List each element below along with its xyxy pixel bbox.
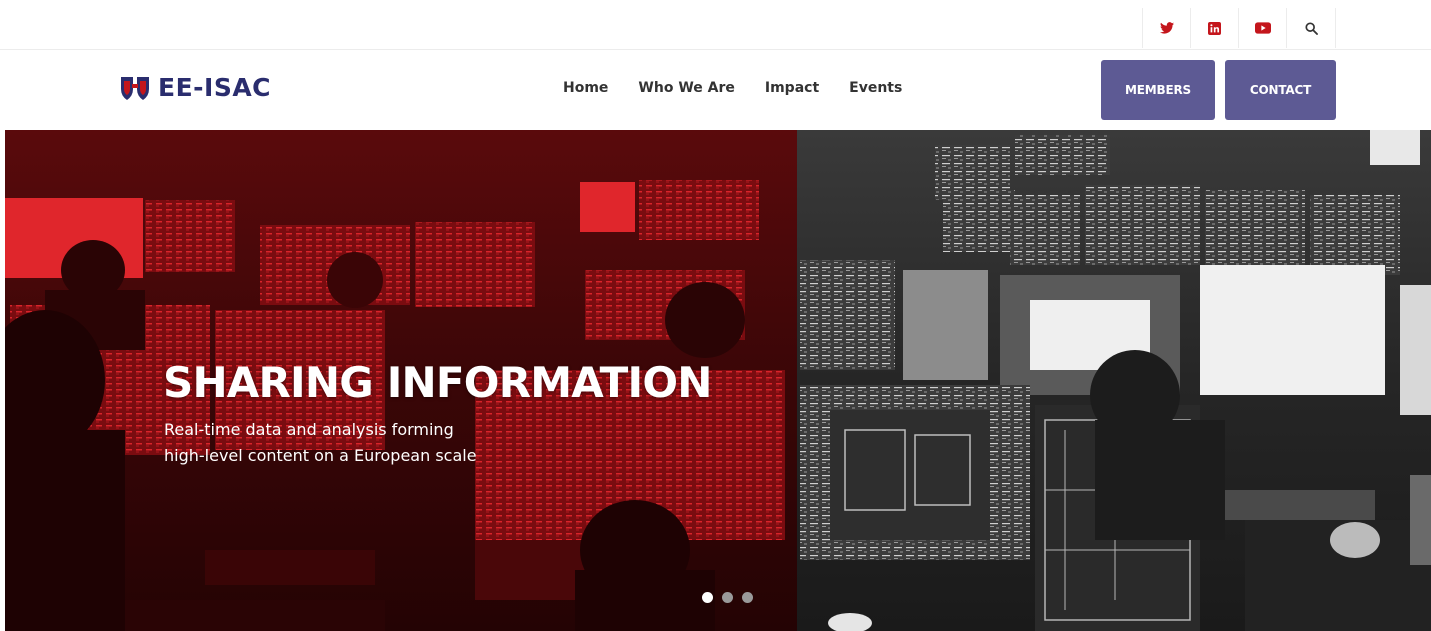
logo-text: EE-ISAC — [158, 73, 272, 102]
search-button[interactable] — [1286, 8, 1336, 48]
slider-dot-2[interactable] — [722, 592, 733, 603]
nav-item-who-we-are[interactable]: Who We Are — [638, 80, 734, 96]
slider-dot-3[interactable] — [742, 592, 753, 603]
hero-slider: SHARING INFORMATION Real-time data and a… — [5, 130, 1431, 631]
top-utility-bar — [0, 0, 1431, 50]
hero-subtitle: Real-time data and analysis forming high… — [164, 417, 584, 469]
linkedin-link[interactable] — [1190, 8, 1238, 48]
hero-subtitle-line: high-level content on a European scale — [164, 446, 477, 465]
site-header: EE-ISAC Home Who We Are Impact Events ME… — [0, 51, 1431, 130]
search-icon — [1304, 21, 1318, 35]
contact-button[interactable]: CONTACT — [1225, 60, 1336, 120]
social-icons — [1142, 8, 1336, 48]
nav-item-events[interactable]: Events — [849, 80, 902, 96]
twitter-icon — [1159, 22, 1174, 34]
slider-pagination — [702, 592, 753, 603]
hero-subtitle-line: Real-time data and analysis forming — [164, 420, 454, 439]
site-logo[interactable]: EE-ISAC — [118, 73, 271, 102]
shield-logo-icon — [121, 76, 149, 100]
twitter-link[interactable] — [1142, 8, 1190, 48]
slider-dot-1[interactable] — [702, 592, 713, 603]
nav-item-impact[interactable]: Impact — [765, 80, 819, 96]
hero-title: SHARING INFORMATION — [163, 358, 712, 407]
main-nav: Home Who We Are Impact Events — [563, 80, 902, 96]
youtube-icon — [1254, 22, 1271, 34]
members-button[interactable]: MEMBERS — [1101, 60, 1215, 120]
nav-item-home[interactable]: Home — [563, 80, 608, 96]
linkedin-icon — [1208, 21, 1221, 35]
youtube-link[interactable] — [1238, 8, 1286, 48]
